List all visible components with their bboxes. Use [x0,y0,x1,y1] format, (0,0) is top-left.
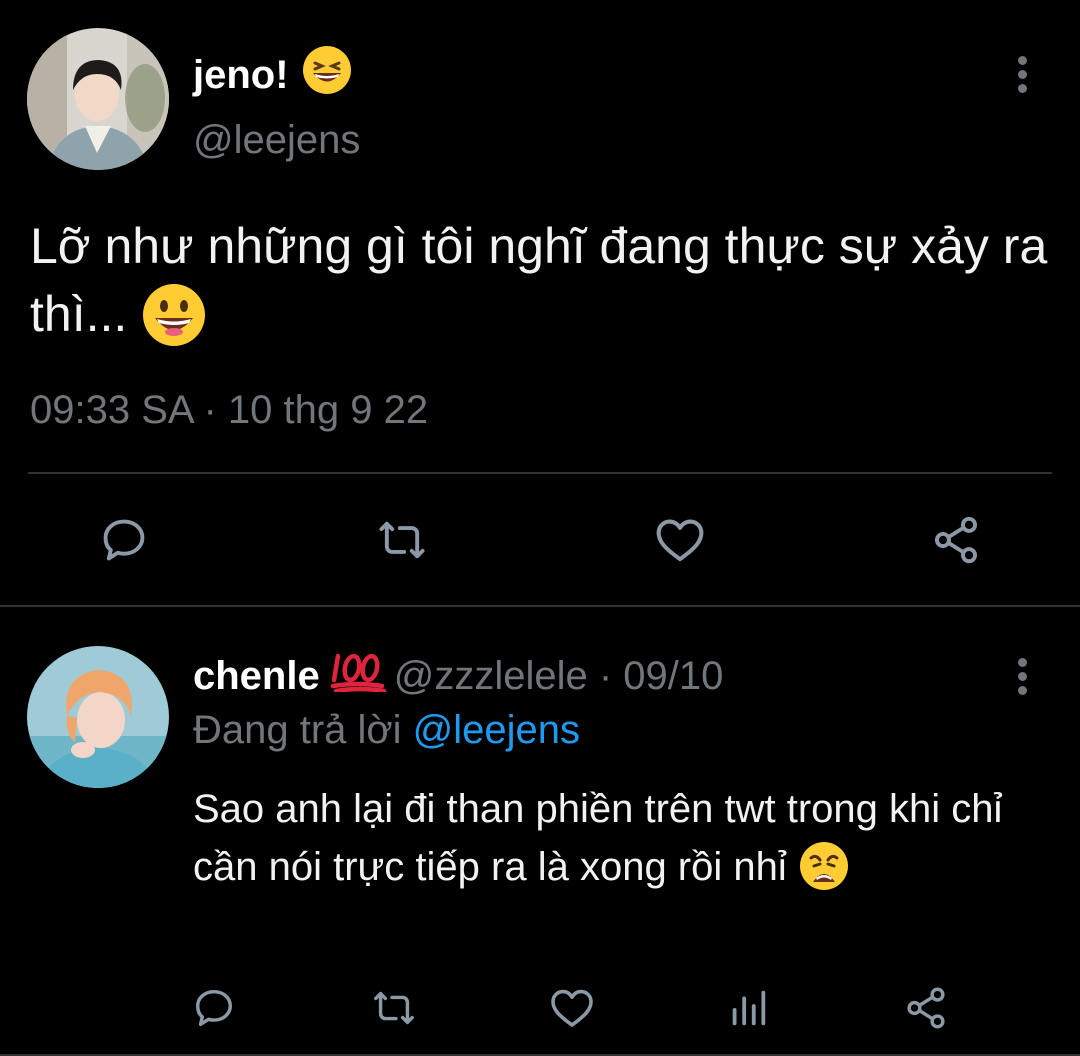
replying-to-label: Đang trả lời [193,708,413,752]
reply-icon[interactable] [94,510,154,570]
share-icon[interactable] [896,978,956,1038]
display-name-text[interactable]: jeno! [193,53,289,98]
avatar[interactable] [27,28,169,170]
like-icon[interactable] [650,510,710,570]
tweet-text-content: Sao anh lại đi than phiền trên twt trong… [193,787,1003,889]
share-icon[interactable] [926,510,986,570]
tweet-timestamp[interactable]: 09:33 SA · 10 thg 9 22 [30,388,428,433]
grinning-face-icon [141,282,207,353]
weary-face-icon [798,840,850,898]
display-name[interactable]: chenle [193,654,320,699]
meta-separator: · [587,653,624,698]
tweet-date[interactable]: 09/10 [623,654,723,699]
handle[interactable]: @zzzlelele [394,654,588,699]
reply-header: chenle @zzzlelele · 09/10 [193,650,723,702]
more-options-icon[interactable] [1002,48,1042,100]
more-options-icon[interactable] [1002,650,1042,702]
replying-to: Đang trả lời @leejens [193,708,580,753]
analytics-icon[interactable] [718,978,778,1038]
handle[interactable]: @leejens [193,118,360,163]
like-icon[interactable] [542,978,602,1038]
reply-icon[interactable] [184,978,244,1038]
display-name[interactable]: jeno! [193,44,353,106]
retweet-icon[interactable] [364,978,424,1038]
divider [28,472,1052,474]
grinning-squinting-face-icon [301,44,353,106]
tweet-text: Sao anh lại đi than phiền trên twt trong… [193,780,1053,898]
mention-link[interactable]: @leejens [413,708,580,752]
hundred-points-icon [330,650,388,702]
retweet-icon[interactable] [372,510,432,570]
tweet-text: Lỡ như những gì tôi nghĩ đang thực sự xả… [30,212,1050,353]
divider [0,605,1080,607]
avatar[interactable] [27,646,169,788]
